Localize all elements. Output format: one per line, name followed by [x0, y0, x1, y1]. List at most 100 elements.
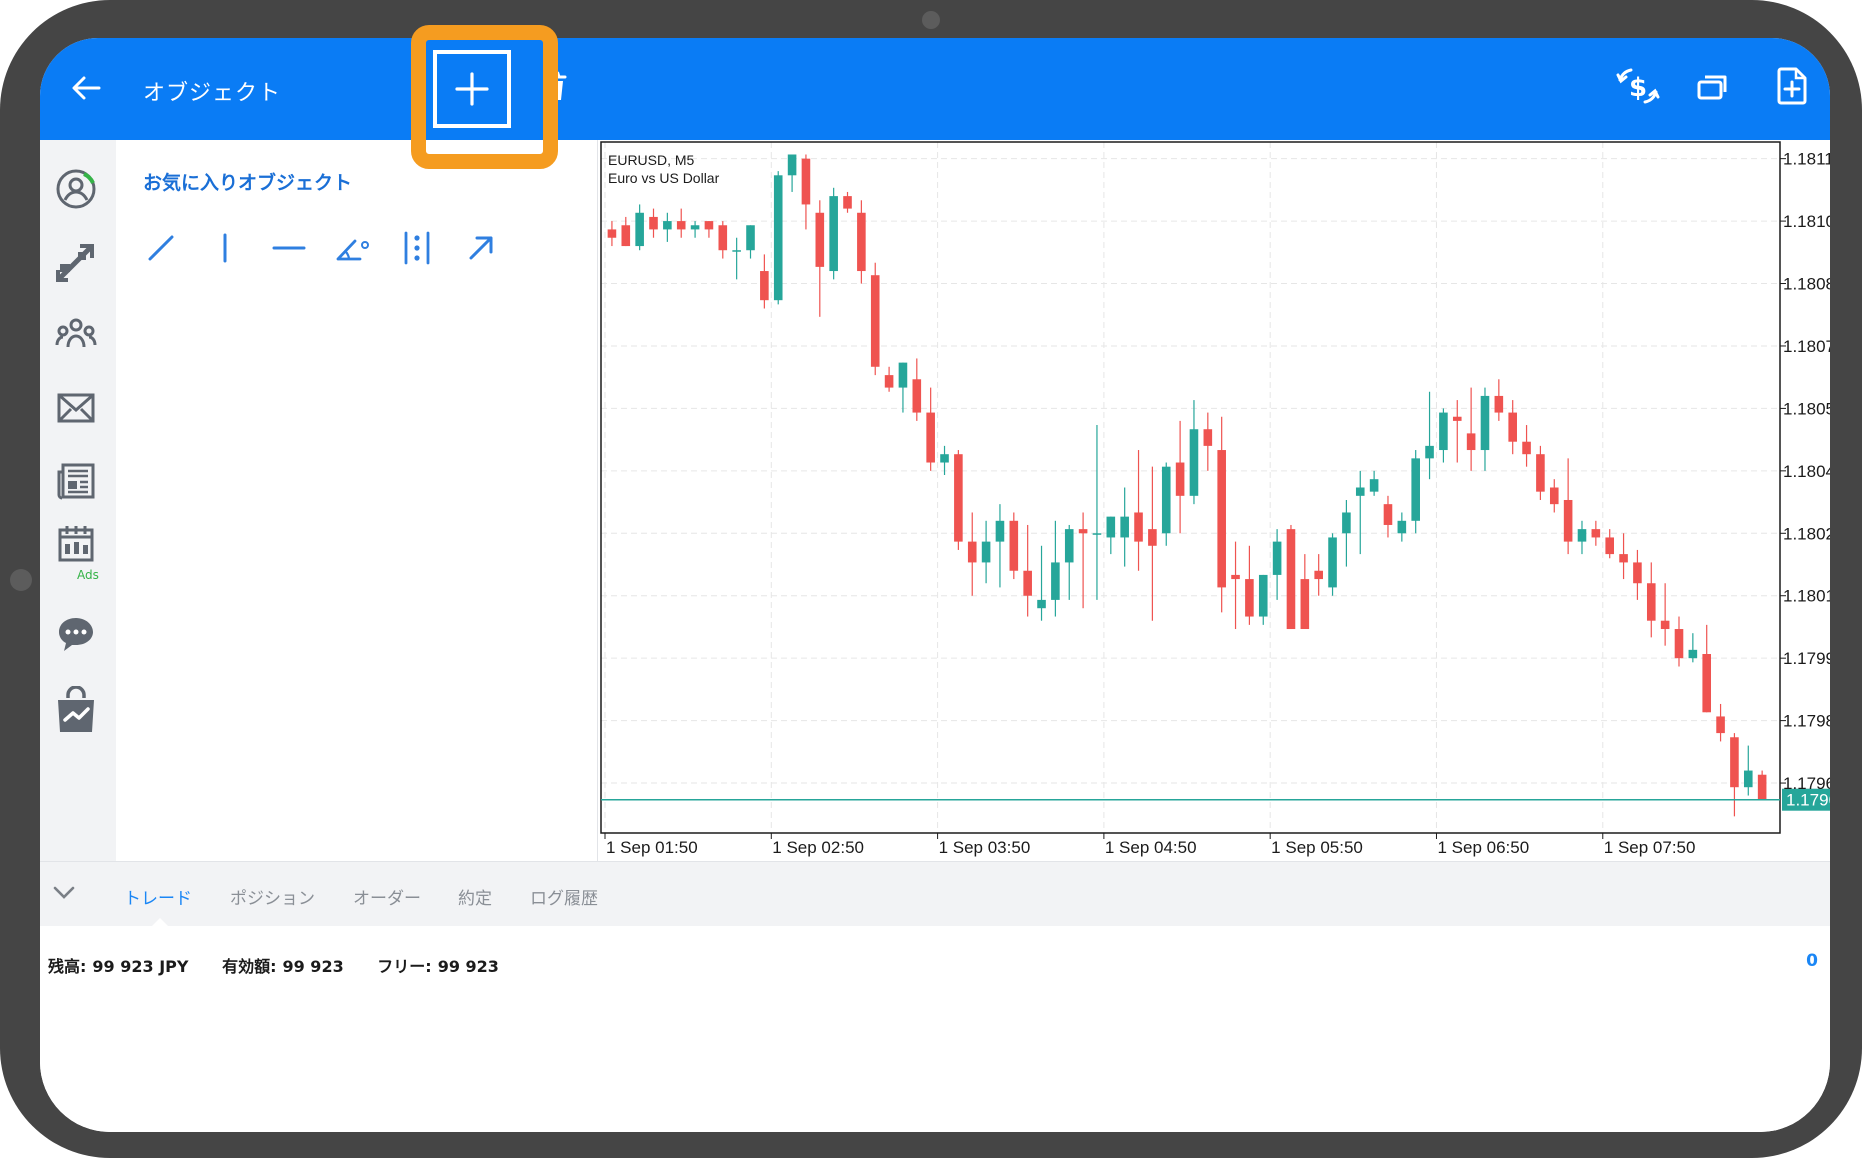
candle [829, 187, 838, 280]
candle [912, 358, 922, 421]
camera [922, 11, 940, 29]
highlight-box [411, 25, 558, 169]
candle [1452, 400, 1462, 463]
y-tick-label: 1.17995 [1783, 649, 1830, 668]
x-tick-label: 1 Sep 02:50 [772, 838, 864, 857]
candle-body [1037, 599, 1046, 609]
candle-body [635, 212, 644, 247]
candle [1300, 554, 1310, 630]
candle-body [1439, 412, 1448, 451]
candle-body [1355, 487, 1365, 496]
candle [1688, 633, 1698, 663]
candle-body [704, 221, 714, 230]
candle-body [1494, 395, 1504, 413]
candle [1439, 408, 1448, 463]
candle [1023, 524, 1032, 617]
price-chart[interactable]: 1.17961 1.18115 1.18100 1.18085 1.18070 1.18… [40, 38, 1830, 861]
candle [1078, 512, 1088, 609]
tab-orders[interactable]: オーダー [353, 884, 421, 909]
candle [1646, 562, 1656, 638]
candle [1383, 495, 1393, 538]
candle-body [1383, 504, 1393, 525]
candle-body [1688, 649, 1698, 659]
candle [718, 221, 728, 259]
candle [1051, 520, 1060, 617]
candle [1231, 541, 1240, 630]
tab-deals[interactable]: 約定 [458, 884, 492, 909]
candle [746, 225, 755, 259]
candle [663, 212, 672, 242]
candle [1314, 554, 1323, 596]
candle [1203, 412, 1213, 471]
candle-body [1148, 529, 1157, 546]
candle [1549, 479, 1559, 513]
candle-body [1591, 529, 1601, 538]
x-tick-label: 1 Sep 05:50 [1271, 838, 1363, 857]
account-summary: 残高: 99 923 JPY 有効額: 99 923 フリー: 99 923 [48, 953, 527, 977]
candle [884, 366, 894, 392]
candle-body [1702, 654, 1712, 713]
candle [1716, 703, 1725, 742]
candle-body [912, 379, 922, 413]
candle-body [1466, 433, 1476, 451]
candle-body [1549, 487, 1559, 505]
candle [898, 362, 908, 413]
candle [1494, 379, 1504, 421]
candle-body [1328, 537, 1337, 588]
candle [1466, 387, 1476, 471]
candle-body [967, 541, 977, 563]
candle-body [870, 275, 880, 367]
active-tab-indicator [152, 918, 168, 926]
balance-label: 残高: 99 923 JPY [48, 957, 189, 976]
candle-body [857, 212, 866, 272]
candle-body [1078, 529, 1088, 534]
candle [1619, 533, 1628, 580]
candle [1161, 462, 1171, 546]
candle-body [718, 225, 728, 251]
candle [801, 154, 811, 230]
candle-body [843, 196, 852, 209]
tab-log-history[interactable]: ログ履歴 [530, 884, 598, 909]
candle-body [1757, 774, 1767, 800]
candle [676, 208, 686, 238]
candle [1258, 574, 1268, 625]
candle-body [690, 225, 700, 230]
tab-trade[interactable]: トレード [124, 884, 192, 909]
candle [954, 450, 963, 550]
candle-body [1646, 583, 1656, 621]
candle-body [760, 271, 769, 301]
candle-body [773, 175, 783, 301]
candle-body [995, 520, 1005, 542]
candle-body [981, 541, 991, 563]
y-tick-label: 1.18055 [1783, 399, 1830, 418]
chart-symbol: EURUSD, M5 [608, 152, 695, 168]
candle-body [1522, 441, 1531, 455]
candle-body [829, 196, 838, 272]
candle-body [621, 225, 631, 247]
candle [1591, 520, 1601, 546]
candle [1245, 545, 1254, 625]
chart-description: Euro vs US Dollar [608, 170, 720, 186]
candle-body [884, 375, 894, 388]
candle [1577, 520, 1587, 555]
candle-body [1508, 412, 1517, 442]
candle-body [1161, 466, 1171, 534]
side-button [10, 569, 32, 591]
candle [704, 221, 714, 238]
candle [1134, 450, 1143, 571]
candle [1397, 512, 1407, 542]
candle [1092, 425, 1102, 600]
candle [926, 387, 935, 471]
profit-value: 0 [1806, 951, 1818, 971]
candle [649, 208, 658, 238]
y-tick-label: 1.18115 [1783, 150, 1830, 169]
candle-body [1633, 562, 1642, 584]
candle [1730, 733, 1739, 817]
candle-body [1716, 716, 1725, 734]
candle [1120, 487, 1129, 567]
candle-body [1106, 516, 1116, 538]
tab-positions[interactable]: ポジション [230, 884, 315, 909]
chevron-down-icon[interactable] [52, 882, 82, 906]
candle [1563, 458, 1573, 555]
candle [1009, 512, 1019, 580]
